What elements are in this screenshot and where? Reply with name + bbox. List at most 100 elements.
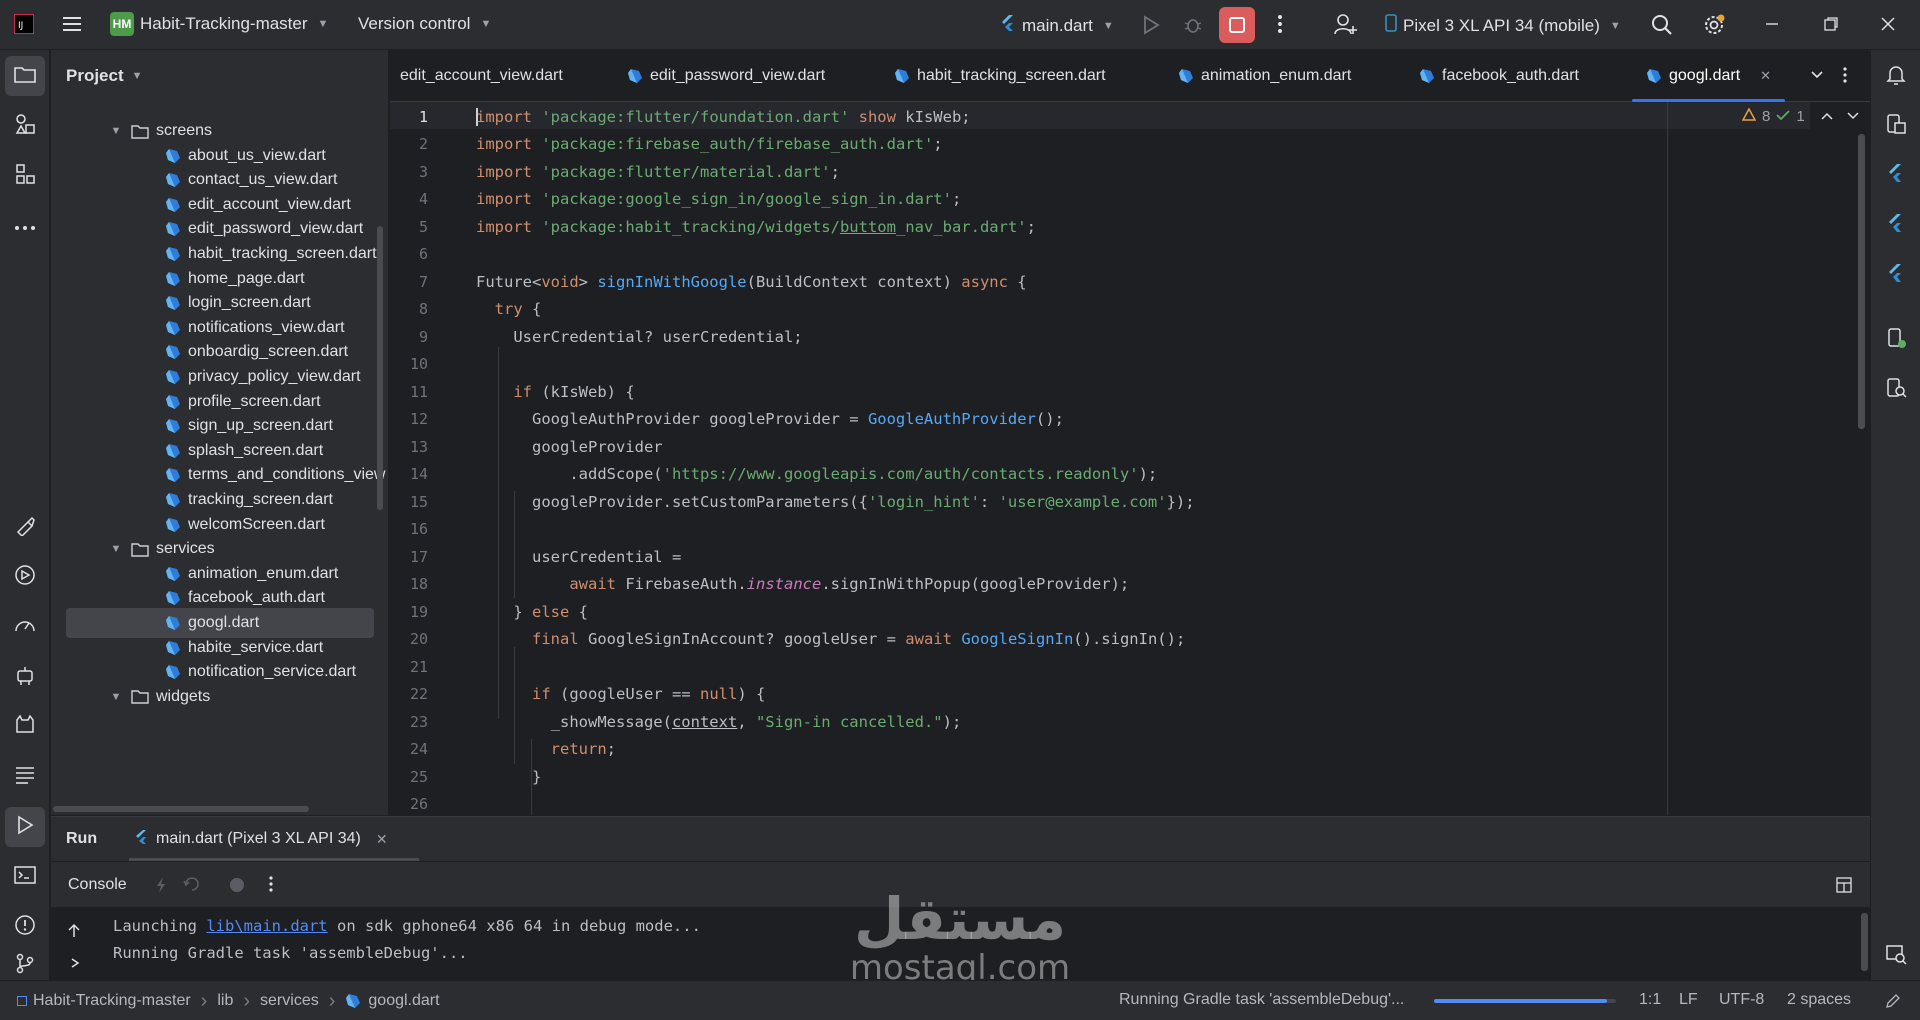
running-devices-button[interactable] bbox=[1876, 320, 1916, 360]
line-number: 19 bbox=[409, 603, 428, 621]
restore-window-icon[interactable] bbox=[1823, 16, 1839, 32]
expand-arrow-icon[interactable] bbox=[70, 956, 80, 973]
settings-gear-icon[interactable] bbox=[1702, 13, 1726, 37]
run-tool-button[interactable] bbox=[5, 807, 45, 847]
minimize-window-icon[interactable] bbox=[1764, 16, 1780, 32]
run-panel-title[interactable]: Run bbox=[66, 830, 97, 848]
editor-tab[interactable]: animation_enum.dart bbox=[1178, 50, 1351, 102]
device-selector[interactable]: Pixel 3 XL API 34 (mobile) ▼ bbox=[1385, 14, 1621, 37]
project-selector[interactable]: HM Habit-Tracking-master ▼ bbox=[110, 12, 328, 36]
close-icon[interactable]: ✕ bbox=[376, 831, 388, 848]
more-actions-icon[interactable] bbox=[1270, 14, 1290, 34]
editor-tab[interactable]: edit_account_view.dart bbox=[400, 50, 563, 102]
terminal-tool-button[interactable] bbox=[5, 857, 45, 897]
hot-reload-icon[interactable] bbox=[155, 876, 167, 898]
code-area[interactable]: import 'package:flutter/foundation.dart'… bbox=[476, 102, 1776, 815]
main-menu-icon[interactable] bbox=[62, 14, 82, 34]
code-line: GoogleAuthProvider googleProvider = Goog… bbox=[476, 410, 1064, 428]
chevron-down-icon[interactable]: ▼ bbox=[109, 691, 123, 703]
tabs-overflow-icon[interactable] bbox=[1810, 68, 1824, 85]
breadcrumb-item[interactable]: services bbox=[260, 992, 319, 1010]
device-mirroring-button[interactable] bbox=[1876, 106, 1916, 146]
flutter-performance-button[interactable] bbox=[1876, 206, 1916, 246]
flutter-icon bbox=[1887, 213, 1905, 239]
chevron-down-icon[interactable]: ▼ bbox=[109, 125, 123, 137]
flutter-devtools-icon[interactable] bbox=[229, 877, 245, 897]
close-tab-icon[interactable]: ✕ bbox=[1760, 68, 1771, 84]
app-logo-icon[interactable]: IJ bbox=[14, 14, 34, 34]
project-panel-header[interactable]: Project ▼ bbox=[51, 50, 388, 102]
chevron-down-icon[interactable]: ▼ bbox=[109, 543, 123, 555]
add-user-icon[interactable] bbox=[1334, 13, 1358, 35]
run-config-tab[interactable]: main.dart (Pixel 3 XL API 34) ✕ bbox=[129, 817, 419, 861]
caret-position[interactable]: 1:1 bbox=[1639, 991, 1661, 1009]
breadcrumb-item[interactable]: lib bbox=[217, 992, 233, 1010]
line-number: 14 bbox=[409, 465, 428, 483]
performance-tool-button[interactable] bbox=[5, 607, 45, 647]
editor-tab[interactable]: facebook_auth.dart bbox=[1419, 50, 1579, 102]
version-control-menu[interactable]: Version control ▼ bbox=[358, 14, 491, 34]
breadcrumb-item[interactable]: Habit-Tracking-master bbox=[17, 992, 191, 1010]
hot-restart-icon[interactable] bbox=[183, 876, 201, 896]
editor-tab[interactable]: edit_password_view.dart bbox=[627, 50, 825, 102]
tree-item-label: widgets bbox=[156, 687, 211, 705]
tree-folder[interactable]: ▼ widgets bbox=[109, 682, 211, 712]
todo-tool-button[interactable] bbox=[5, 757, 45, 797]
indent-setting[interactable]: 2 spaces bbox=[1787, 991, 1851, 1009]
commit-tool-button[interactable] bbox=[5, 106, 45, 146]
logcat-tool-button[interactable] bbox=[5, 707, 45, 747]
editor-tab[interactable]: habit_tracking_screen.dart bbox=[894, 50, 1106, 102]
dart-file-icon bbox=[165, 344, 188, 360]
editor-tab[interactable]: googl.dart ✕ bbox=[1632, 50, 1786, 102]
editor-scrollbar[interactable] bbox=[1858, 134, 1865, 429]
read-only-toggle-icon[interactable] bbox=[1885, 993, 1901, 1014]
line-separator[interactable]: LF bbox=[1679, 991, 1698, 1009]
tree-horizontal-scrollbar[interactable] bbox=[53, 806, 309, 812]
stop-button[interactable] bbox=[1219, 7, 1255, 43]
code-line: import 'package:habit_tracking/widgets/b… bbox=[476, 218, 1036, 236]
close-window-icon[interactable] bbox=[1880, 16, 1896, 32]
tabs-more-icon[interactable] bbox=[1842, 66, 1848, 88]
flutter-outline-button[interactable] bbox=[1876, 156, 1916, 196]
background-task-label[interactable]: Running Gradle task 'assembleDebug'... bbox=[1119, 991, 1404, 1009]
code-line: userCredential = bbox=[476, 548, 682, 566]
chevron-up-icon[interactable] bbox=[1821, 108, 1833, 125]
line-number: 15 bbox=[409, 493, 428, 511]
caret bbox=[476, 108, 478, 126]
device-manager-button[interactable] bbox=[5, 657, 45, 697]
line-number: 13 bbox=[409, 438, 428, 456]
weak-warning-count: 1 bbox=[1796, 108, 1805, 125]
git-tool-button[interactable] bbox=[5, 947, 45, 983]
console-tab[interactable]: Console bbox=[68, 876, 127, 894]
dart-file-icon bbox=[165, 615, 188, 631]
flutter-icon bbox=[1887, 263, 1905, 289]
flutter-inspector-button[interactable] bbox=[5, 507, 45, 547]
problems-tool-button[interactable] bbox=[5, 907, 45, 947]
debug-icon[interactable] bbox=[1183, 15, 1203, 35]
run-icon[interactable] bbox=[1142, 15, 1160, 35]
search-icon[interactable] bbox=[1651, 14, 1673, 36]
layout-toggle-icon[interactable] bbox=[1836, 877, 1852, 897]
line-number: 26 bbox=[409, 795, 428, 813]
console-more-icon[interactable] bbox=[268, 875, 274, 897]
console-scrollbar[interactable] bbox=[1861, 913, 1868, 971]
notifications-button[interactable] bbox=[1876, 56, 1916, 96]
device-explorer-button[interactable] bbox=[1876, 370, 1916, 410]
chevron-down-icon[interactable] bbox=[1847, 108, 1859, 125]
inspection-widget[interactable]: 8 1 bbox=[1741, 107, 1859, 125]
editor-tabs: edit_account_view.dart edit_password_view… bbox=[390, 50, 1870, 102]
breadcrumb-item[interactable]: googl.dart bbox=[345, 992, 440, 1010]
flutter-devtools-button[interactable] bbox=[1876, 256, 1916, 296]
structure-tool-button[interactable] bbox=[5, 156, 45, 196]
scroll-up-icon[interactable] bbox=[67, 923, 81, 943]
services-tool-button[interactable] bbox=[5, 557, 45, 597]
coverage-button[interactable] bbox=[1876, 936, 1916, 976]
more-tools-button[interactable] bbox=[5, 206, 45, 246]
run-configuration-selector[interactable]: main.dart ▼ bbox=[1000, 14, 1114, 37]
tree-scrollbar[interactable] bbox=[377, 226, 383, 510]
editor-tab-label: animation_enum.dart bbox=[1201, 67, 1352, 84]
project-tool-button[interactable] bbox=[5, 56, 45, 96]
console-file-link[interactable]: lib\main.dart bbox=[206, 917, 327, 935]
dart-file-icon bbox=[165, 369, 188, 385]
file-encoding[interactable]: UTF-8 bbox=[1719, 991, 1764, 1009]
